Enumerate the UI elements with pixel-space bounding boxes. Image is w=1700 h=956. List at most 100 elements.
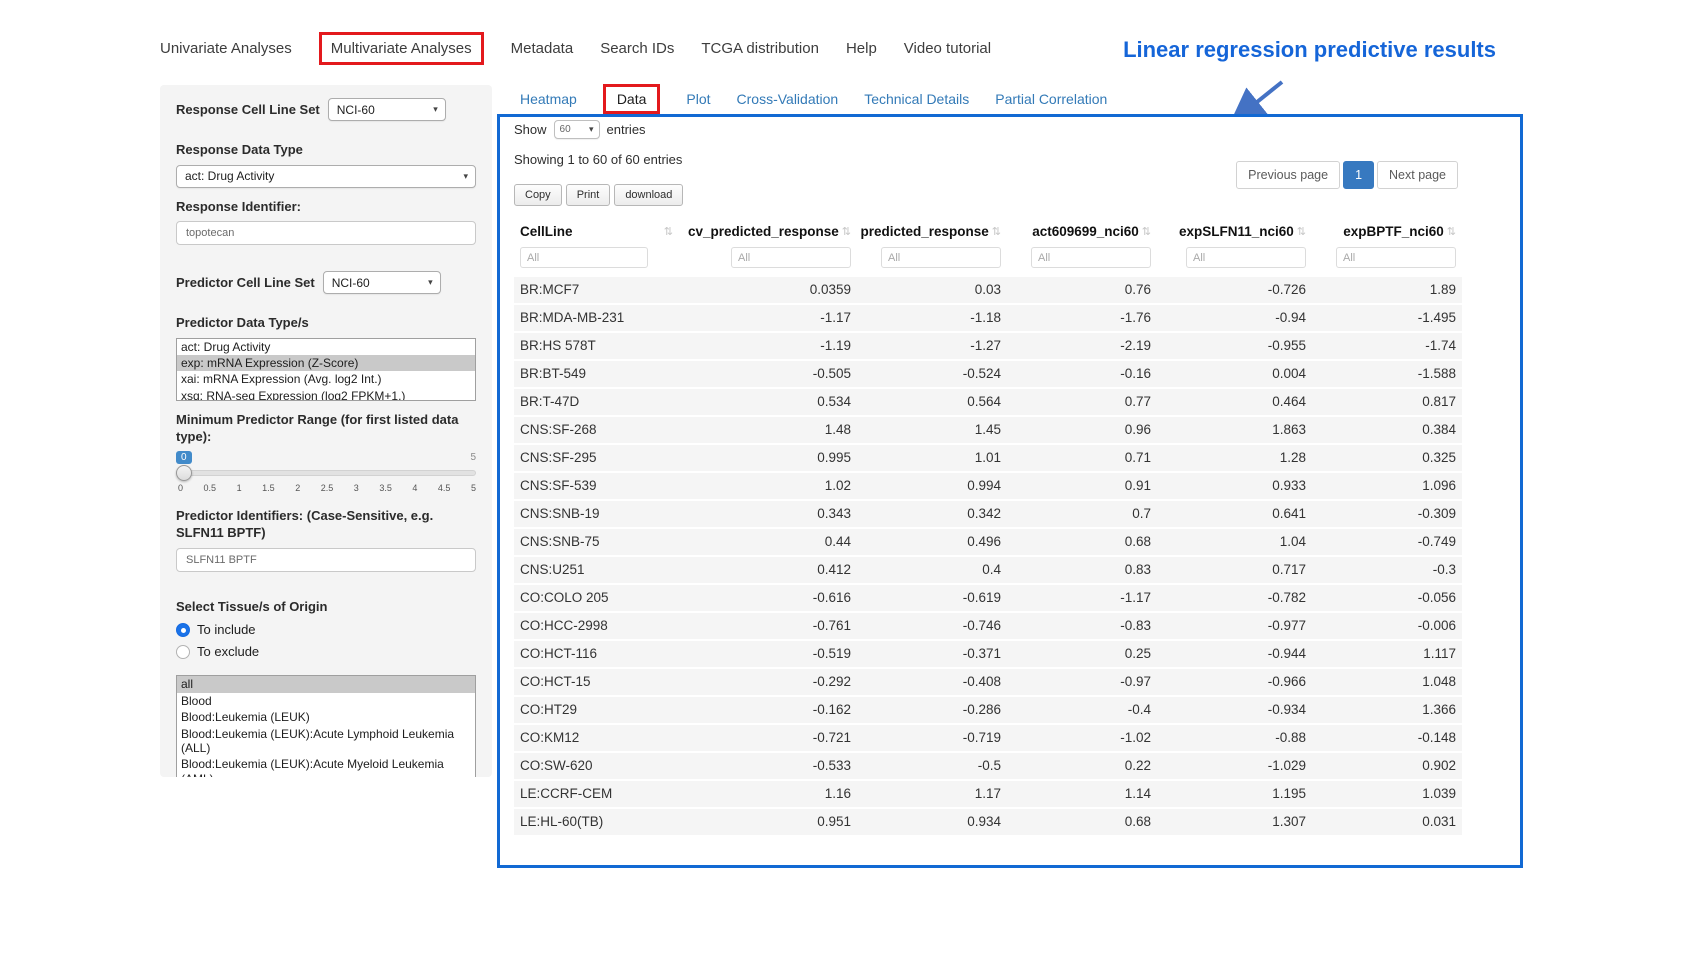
- sort-icon[interactable]: ⇅: [664, 225, 673, 238]
- show-entries-suffix: entries: [607, 122, 646, 137]
- download-button[interactable]: download: [614, 184, 683, 206]
- tissue-listbox[interactable]: allBloodBlood:Leukemia (LEUK)Blood:Leuke…: [176, 675, 476, 777]
- nav-item-search-ids[interactable]: Search IDs: [600, 40, 674, 57]
- table-row[interactable]: BR:T-47D0.5340.5640.770.4640.817: [514, 388, 1462, 416]
- cell-value: -0.3: [1312, 556, 1462, 584]
- table-row[interactable]: CO:KM12-0.721-0.719-1.02-0.88-0.148: [514, 724, 1462, 752]
- predictor-option-xai-mrna-expression-avg-log2-int[interactable]: xai: mRNA Expression (Avg. log2 Int.): [177, 371, 475, 387]
- copy-button[interactable]: Copy: [514, 184, 562, 206]
- tissue-radio-to-exclude[interactable]: To exclude: [176, 644, 476, 659]
- tissue-option-blood[interactable]: Blood: [177, 693, 475, 709]
- table-row[interactable]: CNS:U2510.4120.40.830.717-0.3: [514, 556, 1462, 584]
- table-row[interactable]: CNS:SNB-190.3430.3420.70.641-0.309: [514, 500, 1462, 528]
- table-row[interactable]: CNS:SF-5391.020.9940.910.9331.096: [514, 472, 1462, 500]
- cell-line-name: CNS:SF-295: [514, 444, 679, 472]
- select-value: act: Drug Activity: [185, 169, 274, 183]
- slider-track[interactable]: [176, 470, 476, 476]
- results-panel: Show 60 ▾ entries Showing 1 to 60 of 60 …: [497, 114, 1523, 868]
- col-header-label: CellLine: [520, 224, 573, 239]
- slider-handle[interactable]: [176, 465, 192, 481]
- sort-icon[interactable]: ⇅: [842, 225, 851, 238]
- tissue-option-blood-leukemia-leuk-acute-myeloid-leukemia-aml[interactable]: Blood:Leukemia (LEUK):Acute Myeloid Leuk…: [177, 756, 475, 777]
- table-row[interactable]: BR:MCF70.03590.030.76-0.7261.89: [514, 277, 1462, 304]
- tab-partial-correlation[interactable]: Partial Correlation: [995, 91, 1107, 107]
- print-button[interactable]: Print: [566, 184, 611, 206]
- predictor-data-types-listbox[interactable]: act: Drug Activityexp: mRNA Expression (…: [176, 338, 476, 401]
- predictor-option-xsq-rna-seq-expression-log2-fpkm-1[interactable]: xsq: RNA-seq Expression (log2 FPKM+1.): [177, 388, 475, 401]
- cell-value: 1.096: [1312, 472, 1462, 500]
- filter-input-predicted-response[interactable]: [881, 247, 1001, 268]
- cell-value: -1.18: [857, 304, 1007, 332]
- table-row[interactable]: BR:BT-549-0.505-0.524-0.160.004-1.588: [514, 360, 1462, 388]
- tissue-option-all[interactable]: all: [177, 676, 475, 692]
- filter-input-expslfn11-nci60[interactable]: [1186, 247, 1306, 268]
- predictor-option-exp-mrna-expression-z-score[interactable]: exp: mRNA Expression (Z-Score): [177, 355, 475, 371]
- sort-icon[interactable]: ⇅: [1142, 225, 1151, 238]
- response-data-type-select[interactable]: act: Drug Activity ▾: [176, 165, 476, 188]
- cell-value: -0.162: [679, 696, 857, 724]
- tab-technical-details[interactable]: Technical Details: [864, 91, 969, 107]
- radio-icon[interactable]: [176, 623, 190, 637]
- predictor-option-act-drug-activity[interactable]: act: Drug Activity: [177, 339, 475, 355]
- tab-data[interactable]: Data: [603, 84, 661, 114]
- table-row[interactable]: LE:HL-60(TB)0.9510.9340.681.3070.031: [514, 808, 1462, 836]
- filter-input-expbptf-nci60[interactable]: [1336, 247, 1456, 268]
- predictor-cell-line-set-select[interactable]: NCI-60 ▾: [323, 271, 441, 294]
- sort-icon[interactable]: ⇅: [1447, 225, 1456, 238]
- nav-item-tcga-distribution[interactable]: TCGA distribution: [701, 40, 819, 57]
- nav-item-univariate-analyses[interactable]: Univariate Analyses: [160, 40, 292, 57]
- slider-tick-label: 1: [237, 483, 242, 493]
- cell-value: -1.19: [679, 332, 857, 360]
- response-cell-line-set-label: Response Cell Line Set: [176, 101, 320, 119]
- tissue-option-blood-leukemia-leuk-acute-lymphoid-leukemia-all[interactable]: Blood:Leukemia (LEUK):Acute Lymphoid Leu…: [177, 726, 475, 757]
- filter-input-cv-predicted-response[interactable]: [731, 247, 851, 268]
- tissue-option-blood-leukemia-leuk[interactable]: Blood:Leukemia (LEUK): [177, 709, 475, 725]
- predictor-identifiers-input[interactable]: [176, 548, 476, 572]
- tab-plot[interactable]: Plot: [686, 91, 710, 107]
- col-header-act609699-nci60[interactable]: act609699_nci60⇅: [1007, 216, 1157, 247]
- table-row[interactable]: CNS:SF-2681.481.450.961.8630.384: [514, 416, 1462, 444]
- sort-icon[interactable]: ⇅: [1297, 225, 1306, 238]
- page-number-button[interactable]: 1: [1343, 161, 1374, 189]
- table-row[interactable]: CO:SW-620-0.533-0.50.22-1.0290.902: [514, 752, 1462, 780]
- table-row[interactable]: CO:HT29-0.162-0.286-0.4-0.9341.366: [514, 696, 1462, 724]
- col-header-cellline[interactable]: CellLine ⇅: [514, 216, 679, 247]
- table-row[interactable]: BR:HS 578T-1.19-1.27-2.19-0.955-1.74: [514, 332, 1462, 360]
- nav-item-metadata[interactable]: Metadata: [511, 40, 574, 57]
- filter-cell-act609699-nci60: [1007, 247, 1157, 277]
- response-cell-line-set-select[interactable]: NCI-60 ▾: [328, 98, 446, 121]
- filter-input-cellline[interactable]: [520, 247, 648, 268]
- table-row[interactable]: CO:HCT-15-0.292-0.408-0.97-0.9661.048: [514, 668, 1462, 696]
- table-row[interactable]: CO:HCT-116-0.519-0.3710.25-0.9441.117: [514, 640, 1462, 668]
- table-row[interactable]: LE:CCRF-CEM1.161.171.141.1951.039: [514, 780, 1462, 808]
- table-row[interactable]: CNS:SF-2950.9951.010.711.280.325: [514, 444, 1462, 472]
- table-row[interactable]: CNS:SNB-750.440.4960.681.04-0.749: [514, 528, 1462, 556]
- cell-value: 1.04: [1157, 528, 1312, 556]
- col-header-predicted-response[interactable]: predicted_response⇅: [857, 216, 1007, 247]
- table-row[interactable]: CO:HCC-2998-0.761-0.746-0.83-0.977-0.006: [514, 612, 1462, 640]
- col-header-expbptf-nci60[interactable]: expBPTF_nci60⇅: [1312, 216, 1462, 247]
- tissue-radio-to-include[interactable]: To include: [176, 622, 476, 637]
- col-header-expslfn11-nci60[interactable]: expSLFN11_nci60⇅: [1157, 216, 1312, 247]
- radio-icon[interactable]: [176, 645, 190, 659]
- cell-value: 1.48: [679, 416, 857, 444]
- tab-heatmap[interactable]: Heatmap: [520, 91, 577, 107]
- nav-item-video-tutorial[interactable]: Video tutorial: [904, 40, 991, 57]
- filter-input-act609699-nci60[interactable]: [1031, 247, 1151, 268]
- table-row[interactable]: BR:MDA-MB-231-1.17-1.18-1.76-0.94-1.495: [514, 304, 1462, 332]
- col-header-cv-predicted-response[interactable]: cv_predicted_response⇅: [679, 216, 857, 247]
- cell-line-name: LE:HL-60(TB): [514, 808, 679, 836]
- previous-page-button[interactable]: Previous page: [1236, 161, 1340, 189]
- sort-icon[interactable]: ⇅: [992, 225, 1001, 238]
- nav-item-multivariate-analyses[interactable]: Multivariate Analyses: [319, 32, 484, 65]
- cell-value: 0.934: [857, 808, 1007, 836]
- response-identifier-input[interactable]: [176, 221, 476, 245]
- cell-value: -0.371: [857, 640, 1007, 668]
- nav-item-help[interactable]: Help: [846, 40, 877, 57]
- cell-value: -0.746: [857, 612, 1007, 640]
- entries-select[interactable]: 60 ▾: [554, 120, 600, 139]
- next-page-button[interactable]: Next page: [1377, 161, 1458, 189]
- cell-value: -0.505: [679, 360, 857, 388]
- table-row[interactable]: CO:COLO 205-0.616-0.619-1.17-0.782-0.056: [514, 584, 1462, 612]
- tab-cross-validation[interactable]: Cross-Validation: [737, 91, 839, 107]
